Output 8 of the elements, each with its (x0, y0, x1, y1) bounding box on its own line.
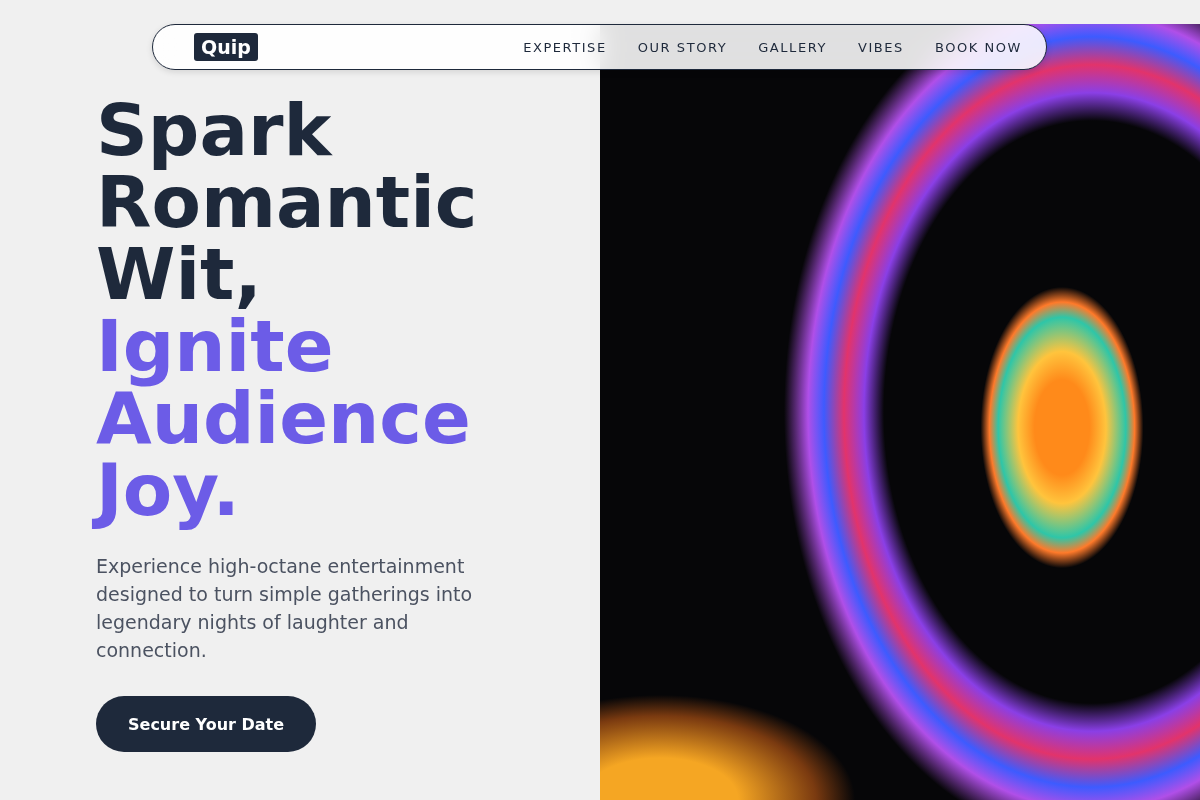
logo[interactable]: Quip (194, 33, 258, 61)
nav-link[interactable]: EXPERTISE (523, 39, 607, 55)
hero-description: Experience high-octane entertainment designed to turn simple gatherings into legendary nights of laughter and connection. (96, 554, 474, 663)
nav-link[interactable]: GALLERY (758, 39, 827, 55)
cta-button[interactable]: Secure Your Date (96, 696, 317, 752)
nav-link[interactable]: VIBES (857, 39, 904, 55)
nav-link[interactable]: OUR STORY (637, 39, 728, 55)
nav-link[interactable]: BOOK NOW (934, 39, 1022, 55)
